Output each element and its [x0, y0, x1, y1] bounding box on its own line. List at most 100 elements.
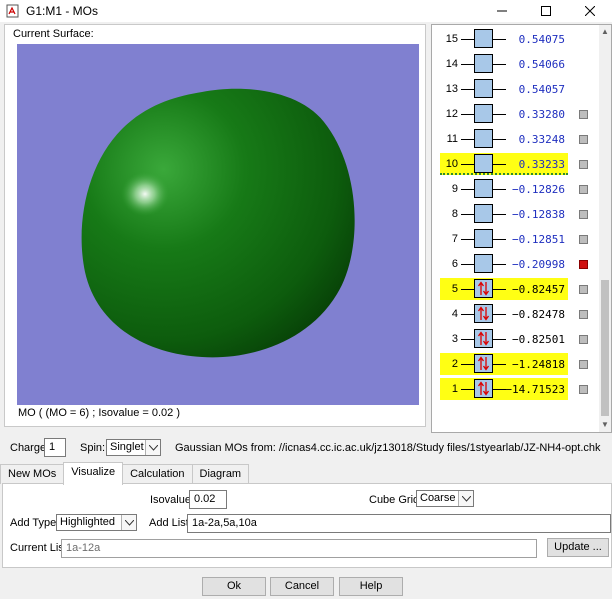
- electron-pair-icon: [474, 379, 493, 398]
- charge-field[interactable]: 1: [44, 438, 66, 457]
- orbital-row[interactable]: 15 0.54075: [432, 28, 600, 52]
- surface-toggle-checkbox[interactable]: [579, 185, 588, 194]
- orbital-energy: −0.82457: [512, 283, 565, 296]
- tab-visualize[interactable]: Visualize: [63, 462, 124, 485]
- energy-level-line: [461, 39, 474, 40]
- empty-orbital-box: [474, 204, 493, 223]
- add-list-field[interactable]: 1a-2a,5a,10a: [187, 514, 611, 533]
- orbital-energy: −0.20998: [512, 258, 565, 271]
- orbital-row[interactable]: 14 0.54066: [432, 53, 600, 77]
- visualize-tab-panel: Isovalue: 0.02 Cube Grid: Coarse Add Typ…: [2, 483, 612, 568]
- orbital-number: 8: [451, 208, 458, 220]
- energy-level-line: [461, 364, 474, 365]
- chevron-down-icon: [458, 491, 473, 506]
- surface-panel: Current Surface: MO ( (MO = 6) ; Isovalu…: [4, 24, 426, 427]
- scroll-down-icon[interactable]: ▼: [599, 418, 611, 432]
- maximize-button[interactable]: [524, 0, 568, 22]
- tab-calculation[interactable]: Calculation: [122, 464, 193, 484]
- orbital-energy: −0.82478: [512, 308, 565, 321]
- surface-toggle-checkbox[interactable]: [579, 360, 588, 369]
- surface-info-text: MO ( (MO = 6) ; Isovalue = 0.02 ): [18, 407, 180, 419]
- surface-toggle-checkbox[interactable]: [579, 335, 588, 344]
- energy-level-line: [461, 214, 474, 215]
- energy-level-line: [461, 164, 474, 165]
- orbital-row[interactable]: 4 −0.82478: [432, 303, 600, 327]
- ok-button[interactable]: Ok: [202, 577, 266, 596]
- orbital-energy: −0.12826: [512, 183, 565, 196]
- energy-level-line: [461, 114, 474, 115]
- orbital-energy: −0.82501: [512, 333, 565, 346]
- orbital-row[interactable]: 1 −14.71523: [432, 378, 600, 402]
- surface-toggle-checkbox[interactable]: [579, 135, 588, 144]
- empty-orbital-box: [474, 29, 493, 48]
- empty-orbital-box: [474, 104, 493, 123]
- orbital-row[interactable]: 6 −0.20998: [432, 253, 600, 277]
- electron-pair-icon: [474, 329, 493, 348]
- chevron-down-icon: [121, 515, 136, 530]
- orbital-energy: −14.71523: [505, 383, 565, 396]
- electron-pair-icon: [474, 304, 493, 323]
- empty-orbital-box: [474, 254, 493, 273]
- close-button[interactable]: [568, 0, 612, 22]
- orbital-row[interactable]: 2 −1.24818: [432, 353, 600, 377]
- electron-pair-icon: [474, 279, 493, 298]
- orbital-row[interactable]: 8 −0.12838: [432, 203, 600, 227]
- energy-level-line: [461, 189, 474, 190]
- orbital-number: 5: [451, 283, 458, 295]
- orbital-number: 3: [451, 333, 458, 345]
- surface-canvas[interactable]: [17, 44, 419, 405]
- surface-toggle-checkbox[interactable]: [579, 285, 588, 294]
- source-file-text: Gaussian MOs from: //icnas4.cc.ic.ac.uk/…: [175, 442, 601, 454]
- orbital-row[interactable]: 10 0.33233: [432, 153, 600, 177]
- add-type-value: Highlighted: [60, 516, 116, 528]
- empty-orbital-box: [474, 129, 493, 148]
- orbital-energy-list[interactable]: 15 0.54075 14 0.54066 13 0.54057 12 0.33280 11 0.…: [431, 24, 612, 433]
- help-button[interactable]: Help: [339, 577, 403, 596]
- cube-grid-select[interactable]: Coarse: [416, 490, 474, 507]
- molecular-orbital-surface: [81, 88, 355, 358]
- orbital-row[interactable]: 12 0.33280: [432, 103, 600, 127]
- cube-grid-label: Cube Grid:: [369, 494, 423, 506]
- add-list-label: Add List:: [149, 517, 192, 529]
- orbital-row[interactable]: 9 −0.12826: [432, 178, 600, 202]
- isovalue-field[interactable]: 0.02: [189, 490, 227, 509]
- orbital-number: 4: [451, 308, 458, 320]
- minimize-button[interactable]: [480, 0, 524, 22]
- surface-toggle-checkbox[interactable]: [579, 160, 588, 169]
- current-list-field: 1a-12a: [61, 539, 537, 558]
- update-button[interactable]: Update ...: [547, 538, 609, 557]
- orbital-row[interactable]: 13 0.54057: [432, 78, 600, 102]
- energy-level-line: [461, 239, 474, 240]
- vertical-scrollbar[interactable]: ▲ ▼: [599, 25, 611, 432]
- add-type-label: Add Type:: [10, 517, 60, 529]
- scrollbar-thumb[interactable]: [601, 280, 609, 416]
- orbital-row[interactable]: 7 −0.12851: [432, 228, 600, 252]
- surface-toggle-checkbox[interactable]: [579, 385, 588, 394]
- surface-toggle-checkbox[interactable]: [579, 110, 588, 119]
- orbital-row[interactable]: 11 0.33248: [432, 128, 600, 152]
- orbital-row[interactable]: 3 −0.82501: [432, 328, 600, 352]
- surface-toggle-checkbox[interactable]: [579, 310, 588, 319]
- tab-diagram[interactable]: Diagram: [191, 464, 250, 484]
- cancel-button[interactable]: Cancel: [270, 577, 334, 596]
- energy-level-line: [461, 89, 474, 90]
- close-icon: [585, 6, 595, 16]
- surface-toggle-checkbox[interactable]: [579, 210, 588, 219]
- spin-select[interactable]: Singlet: [106, 439, 161, 456]
- tab-bar: New MOs Visualize Calculation Diagram: [0, 462, 250, 485]
- orbital-energy: 0.33280: [518, 108, 565, 121]
- energy-level-line: [461, 339, 474, 340]
- orbital-number: 12: [445, 108, 458, 120]
- orbital-row[interactable]: 5 −0.82457: [432, 278, 600, 302]
- orbital-lobe: [81, 88, 355, 358]
- energy-level-line: [461, 389, 474, 390]
- scroll-up-icon[interactable]: ▲: [599, 25, 611, 39]
- calculation-info-row: Charge: 1 Spin: Singlet Gaussian MOs fro…: [0, 438, 612, 458]
- tab-new-mos[interactable]: New MOs: [0, 464, 65, 484]
- surface-toggle-checkbox[interactable]: [579, 235, 588, 244]
- surface-toggle-checkbox[interactable]: [579, 260, 588, 269]
- empty-orbital-box: [474, 154, 493, 173]
- add-type-select[interactable]: Highlighted: [56, 514, 137, 531]
- energy-level-line: [461, 139, 474, 140]
- empty-orbital-box: [474, 229, 493, 248]
